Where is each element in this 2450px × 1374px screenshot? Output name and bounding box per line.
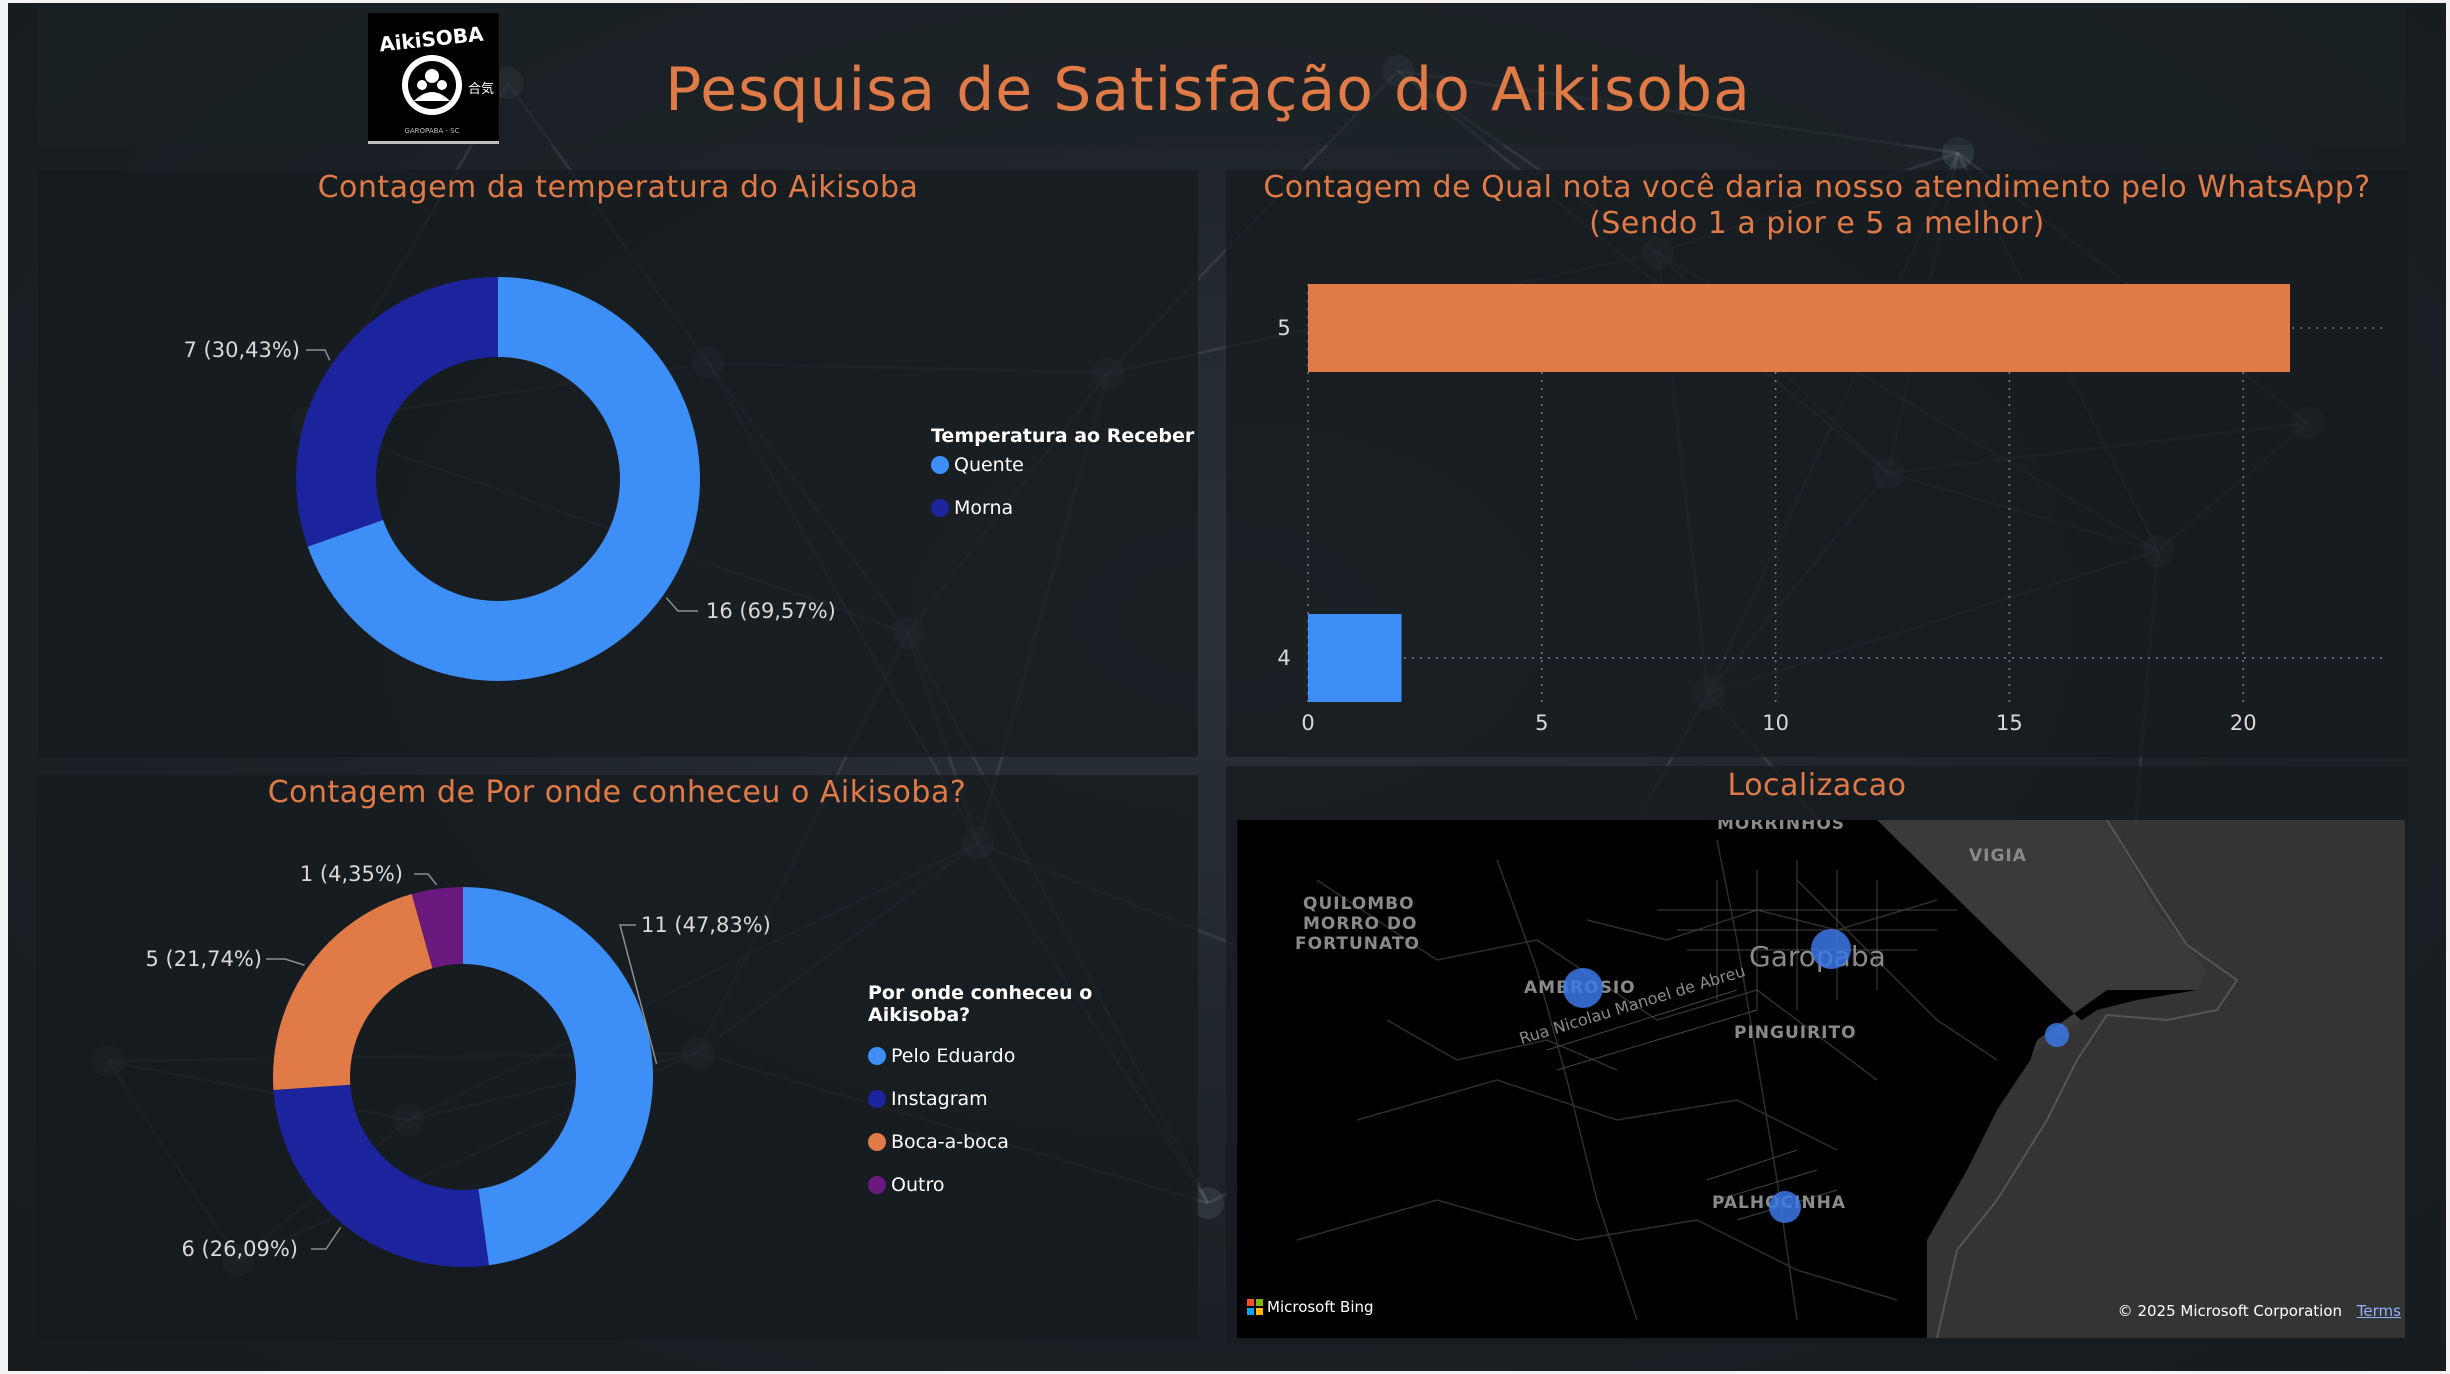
legend-label: Morna [954,497,1014,519]
bing-attribution: Microsoft Bing [1247,1298,1374,1316]
temperature-legend: Temperatura ao Receber Quente Morna [931,425,1194,533]
data-label-leader [414,873,438,886]
map-label-morrinhos: MORRINHOS [1717,820,1846,834]
map-title: Localizacao [1727,768,1907,803]
data-label-leader [266,958,305,966]
whatsapp-panel: Contagem de Qual nota você daria nosso a… [1226,170,2408,757]
legend-label: Quente [954,454,1024,476]
source-legend: Por onde conheceu o Aikisoba? Pelo Eduar… [868,982,1198,1206]
bar-4[interactable] [1308,614,1402,702]
legend-dot-icon [931,456,949,474]
legend-item-morna[interactable]: Morna [931,483,1194,533]
map-location-marker[interactable] [1769,1191,1801,1223]
donut-slice-instagram[interactable] [273,1084,489,1267]
donut-slice-boca-a-boca[interactable] [273,894,433,1090]
svg-text:GAROPABA - SC: GAROPABA - SC [404,127,459,135]
x-tick-label: 0 [1301,711,1314,735]
map-label-quilombo-3: FORTUNATO [1295,934,1420,954]
map-label-quilombo-2: MORRO DO [1303,914,1418,934]
map-label-vigia: VIGIA [1969,846,2027,866]
map-location-marker[interactable] [2045,1023,2069,1047]
dashboard-canvas: AikiSOBA 合気 GAROPABA - SC Pesquisa de Sa… [8,3,2446,1371]
svg-text:合気: 合気 [468,81,494,97]
temperature-panel: Contagem da temperatura do Aikisoba 16 (… [38,170,1198,757]
legend-label: Outro [891,1173,945,1196]
data-label-leader [311,1227,342,1250]
page-title: Pesquisa de Satisfação do Aikisoba [665,55,1751,125]
data-label: 11 (47,83%) [641,913,771,937]
legend-dot-icon [868,1089,886,1108]
legend-dot-icon [868,1046,886,1065]
y-tick-label: 5 [1277,316,1290,340]
data-label-leader [665,597,698,612]
legend-item-quente[interactable]: Quente [931,447,1194,483]
legend-item-outro[interactable]: Outro [868,1163,1198,1206]
legend-label: Boca-a-boca [891,1130,1009,1153]
x-tick-label: 15 [1996,711,2023,735]
whatsapp-bar-chart[interactable]: 0 5 10 15 20 5 4 [1226,170,2408,757]
legend-item-pelo-eduardo[interactable]: Pelo Eduardo [868,1034,1198,1077]
x-tick-label: 20 [2230,711,2257,735]
data-label: 16 (69,57%) [706,599,836,623]
data-label-leader [306,349,331,361]
source-legend-title: Por onde conheceu o Aikisoba? [868,982,1093,1026]
map-location-marker[interactable] [1563,968,1603,1008]
data-label: 6 (26,09%) [182,1237,299,1261]
svg-text:AikiSOBA: AikiSOBA [378,22,485,57]
map-copyright: © 2025 Microsoft Corporation Terms [2118,1302,2401,1320]
legend-item-boca-a-boca[interactable]: Boca-a-boca [868,1120,1198,1163]
legend-dot-icon [868,1175,886,1194]
bar-5[interactable] [1308,284,2290,372]
location-map[interactable]: MORRINHOS VIGIA QUILOMBO MORRO DO FORTUN… [1237,820,2405,1338]
data-label: 1 (4,35%) [300,862,403,886]
copyright-text: © 2025 Microsoft Corporation [2117,1302,2343,1320]
legend-dot-icon [868,1132,886,1151]
aikisoba-logo: AikiSOBA 合気 GAROPABA - SC [368,13,499,144]
x-tick-label: 10 [1762,711,1789,735]
y-tick-label: 4 [1277,646,1290,670]
terms-link[interactable]: Terms [2357,1302,2401,1320]
data-label: 7 (30,43%) [184,338,301,362]
legend-item-instagram[interactable]: Instagram [868,1077,1198,1120]
x-tick-label: 5 [1535,711,1548,735]
data-label: 5 (21,74%) [146,947,263,971]
donut-slice-morna[interactable] [296,277,498,547]
bing-label: Microsoft Bing [1267,1298,1374,1316]
source-panel: Contagem de Por onde conheceu o Aikisoba… [36,775,1198,1340]
legend-dot-icon [931,499,949,517]
map-label-pinguirito: PINGUIRITO [1734,1023,1857,1043]
legend-label: Pelo Eduardo [891,1044,1016,1067]
legend-label: Instagram [891,1087,988,1110]
logo-mark-icon: AikiSOBA 合気 GAROPABA - SC [378,22,494,135]
map-location-marker[interactable] [1811,929,1851,969]
map-label-quilombo-1: QUILOMBO [1303,894,1415,914]
temperature-legend-title: Temperatura ao Receber [931,425,1195,447]
microsoft-logo-icon [1247,1299,1263,1315]
